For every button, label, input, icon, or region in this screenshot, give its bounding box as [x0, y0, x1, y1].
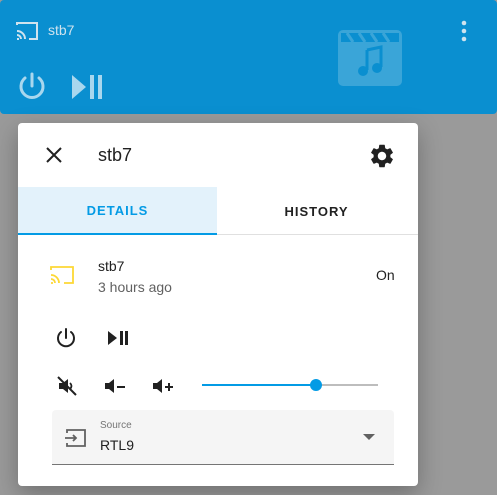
media-card-name: stb7 — [48, 22, 75, 38]
tab-details[interactable]: DETAILS — [18, 187, 217, 235]
media-art-placeholder-icon — [338, 30, 402, 86]
play-pause-icon[interactable] — [70, 72, 106, 102]
source-label: Source — [100, 420, 132, 431]
source-select[interactable]: Source RTL9 — [52, 410, 394, 465]
input-icon — [65, 429, 86, 447]
dropdown-arrow-icon — [363, 434, 375, 440]
volume-up-button[interactable] — [150, 375, 176, 397]
play-pause-button[interactable] — [106, 328, 130, 348]
power-button[interactable] — [55, 327, 77, 349]
cast-icon — [50, 266, 74, 284]
volume-slider-fill — [202, 384, 317, 386]
media-player-card[interactable]: stb7 — [0, 0, 497, 114]
volume-down-button[interactable] — [102, 375, 128, 397]
tab-history[interactable]: HISTORY — [217, 187, 416, 235]
dialog-title: stb7 — [98, 145, 133, 165]
source-value: RTL9 — [100, 437, 134, 453]
entity-name: stb7 — [98, 258, 125, 274]
dialog-tabs: DETAILS HISTORY — [18, 187, 418, 235]
cast-icon — [16, 22, 38, 40]
more-vert-icon[interactable] — [452, 18, 476, 44]
entity-last-changed: 3 hours ago — [98, 279, 172, 295]
volume-slider-thumb[interactable] — [310, 379, 323, 391]
gear-icon[interactable] — [368, 142, 396, 170]
more-info-dialog: stb7 DETAILS HISTORY stb7 3 hours ago On — [18, 123, 418, 486]
volume-slider[interactable] — [202, 375, 378, 395]
power-icon[interactable] — [16, 70, 48, 102]
close-icon[interactable] — [42, 143, 66, 167]
volume-mute-button[interactable] — [56, 375, 78, 397]
entity-state: On — [376, 267, 395, 283]
